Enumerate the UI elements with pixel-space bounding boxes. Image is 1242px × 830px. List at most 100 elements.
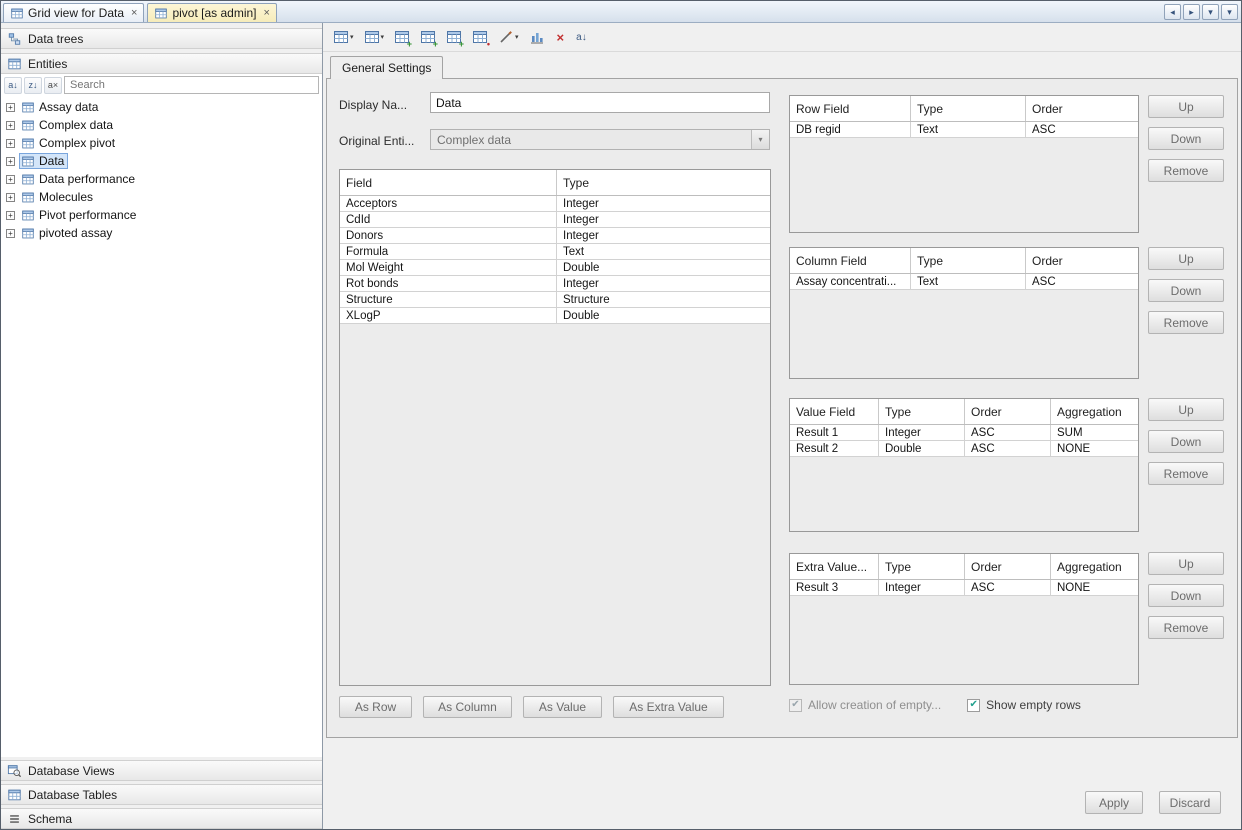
table-row[interactable]: DB regid Text ASC (790, 122, 1138, 138)
remove-button[interactable]: Remove (1148, 616, 1224, 639)
down-button[interactable]: Down (1148, 584, 1224, 607)
scroll-tabs-left-button[interactable]: ◂ (1164, 4, 1181, 20)
expand-icon[interactable]: + (6, 175, 15, 184)
display-name-input[interactable] (430, 92, 770, 113)
tree-item-molecules[interactable]: + Molecules (1, 188, 322, 206)
remove-button[interactable]: Remove (1148, 462, 1224, 485)
expand-icon[interactable]: + (6, 139, 15, 148)
search-input[interactable] (64, 76, 319, 94)
table-row[interactable]: Mol Weight Double (340, 260, 770, 276)
data-trees-icon (7, 32, 22, 46)
table-row[interactable]: Result 3 Integer ASC NONE (790, 580, 1138, 596)
pencil-icon (498, 29, 514, 45)
table-row[interactable]: Result 2 Double ASC NONE (790, 441, 1138, 457)
add-row-before-button[interactable]: + (393, 27, 411, 47)
tree-item-data-performance[interactable]: + Data performance (1, 170, 322, 188)
column-header-field: Field (340, 170, 556, 195)
pivot-view-icon (154, 7, 168, 20)
down-button[interactable]: Down (1148, 127, 1224, 150)
entity-icon (21, 173, 35, 186)
fields-table: Field Type Acceptors Integer CdId Intege… (339, 169, 771, 686)
tree-item-data-selected[interactable]: + Data (1, 152, 322, 170)
as-extra-value-button[interactable]: As Extra Value (613, 696, 724, 718)
window-menu-button[interactable]: ▾ (1221, 4, 1238, 20)
expand-icon[interactable]: + (6, 103, 15, 112)
remove-button[interactable]: Remove (1148, 311, 1224, 334)
expand-icon[interactable]: + (6, 121, 15, 130)
table-row[interactable]: Donors Integer (340, 228, 770, 244)
table-empty-area (340, 324, 770, 685)
show-empty-rows-checkbox[interactable]: ✔ Show empty rows (967, 698, 1081, 712)
add-row-after-button[interactable]: + (419, 27, 437, 47)
column-field-table: Column Field Type Order Assay concentrat… (789, 247, 1139, 379)
up-button[interactable]: Up (1148, 552, 1224, 575)
table-row[interactable]: Formula Text (340, 244, 770, 260)
chart-button[interactable] (528, 27, 546, 47)
schema-section[interactable]: Schema (1, 808, 322, 829)
as-value-button[interactable]: As Value (523, 696, 602, 718)
expand-icon[interactable]: + (6, 193, 15, 202)
add-column-button[interactable]: + (445, 27, 463, 47)
assign-buttons-row: As Row As Column As Value As Extra Value (339, 696, 724, 718)
discard-button[interactable]: Discard (1159, 791, 1221, 814)
tree-item-complex-data[interactable]: + Complex data (1, 116, 322, 134)
tab-pivot-as-admin[interactable]: pivot [as admin] × (147, 3, 276, 22)
down-button[interactable]: Down (1148, 279, 1224, 302)
tree-item-pivot-performance[interactable]: + Pivot performance (1, 206, 322, 224)
expand-icon[interactable]: + (6, 229, 15, 238)
sort-ascending-icon[interactable]: a↓ (4, 77, 22, 94)
data-trees-header[interactable]: Data trees (1, 28, 322, 49)
entities-header[interactable]: Entities (1, 53, 322, 74)
tree-item-label: Pivot performance (39, 208, 136, 222)
entity-icon (21, 119, 35, 132)
row-field-table: Row Field Type Order DB regid Text ASC (789, 95, 1139, 233)
up-button[interactable]: Up (1148, 247, 1224, 270)
scroll-tabs-right-button[interactable]: ▸ (1183, 4, 1200, 20)
table-row[interactable]: Structure Structure (340, 292, 770, 308)
tab-list-dropdown-button[interactable]: ▾ (1202, 4, 1219, 20)
grid-icon (364, 29, 380, 45)
delete-button[interactable]: × (554, 27, 568, 47)
remove-button[interactable]: Remove (1148, 159, 1224, 182)
expand-icon[interactable]: + (6, 211, 15, 220)
table-row[interactable]: Acceptors Integer (340, 196, 770, 212)
close-icon[interactable]: × (264, 8, 270, 19)
sort-button[interactable]: a↓ (575, 27, 588, 47)
database-tables-section[interactable]: Database Tables (1, 784, 322, 805)
line-style-button[interactable]: ▾ (497, 27, 520, 47)
table-options-button[interactable]: • (471, 27, 489, 47)
row-field-header: Row Field Type Order (790, 96, 1138, 122)
tab-grid-view-for-data[interactable]: Grid view for Data × (3, 3, 144, 22)
clear-sort-icon[interactable]: a× (44, 77, 62, 94)
database-views-section[interactable]: Database Views (1, 760, 322, 781)
column-field-buttons: Up Down Remove (1148, 247, 1224, 334)
sort-descending-icon[interactable]: z↓ (24, 77, 42, 94)
table-row[interactable]: Assay concentrati... Text ASC (790, 274, 1138, 290)
chevron-down-icon: ▾ (350, 34, 354, 41)
schema-label: Schema (28, 812, 72, 826)
apply-button[interactable]: Apply (1085, 791, 1143, 814)
tab-general-settings[interactable]: General Settings (330, 56, 443, 79)
table-row[interactable]: XLogP Double (340, 308, 770, 324)
allow-empty-label: Allow creation of empty... (808, 698, 941, 712)
up-button[interactable]: Up (1148, 398, 1224, 421)
pivot-table-icon (333, 29, 349, 45)
close-icon[interactable]: × (131, 8, 137, 19)
table-row[interactable]: CdId Integer (340, 212, 770, 228)
pivot-settings-button[interactable]: ▾ (332, 27, 355, 47)
table-row[interactable]: Result 1 Integer ASC SUM (790, 425, 1138, 441)
tree-item-assay-data[interactable]: + Assay data (1, 98, 322, 116)
layout-mode-button[interactable]: ▾ (363, 27, 386, 47)
show-empty-rows-label: Show empty rows (986, 698, 1081, 712)
expand-icon[interactable]: + (6, 157, 15, 166)
tree-item-complex-pivot[interactable]: + Complex pivot (1, 134, 322, 152)
as-row-button[interactable]: As Row (339, 696, 412, 718)
tree-item-pivoted-assay[interactable]: + pivoted assay (1, 224, 322, 242)
entity-icon (21, 209, 35, 222)
down-button[interactable]: Down (1148, 430, 1224, 453)
up-button[interactable]: Up (1148, 95, 1224, 118)
as-column-button[interactable]: As Column (423, 696, 512, 718)
checkbox-icon: ✔ (789, 699, 802, 712)
original-entity-dropdown[interactable]: Complex data ▾ (430, 129, 770, 150)
table-row[interactable]: Rot bonds Integer (340, 276, 770, 292)
